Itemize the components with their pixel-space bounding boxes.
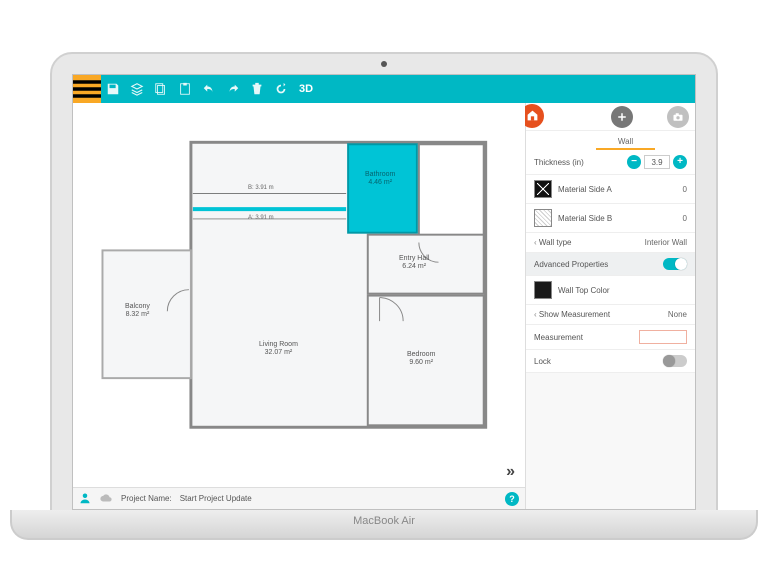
expand-icon[interactable]: » — [506, 463, 515, 481]
project-label: Project Name: — [121, 494, 172, 503]
undo-icon[interactable] — [197, 75, 221, 103]
advanced-label: Advanced Properties — [534, 260, 657, 269]
measurement-input[interactable] — [639, 330, 687, 344]
layers-icon[interactable] — [125, 75, 149, 103]
properties-panel: Wall Thickness (in) − 3.9 + Material Sid… — [525, 103, 695, 509]
material-b-row[interactable]: Material Side B 0 — [526, 204, 695, 233]
laptop-base: MacBook Air — [10, 510, 758, 540]
main-area: B: 3.91 m A: 3.91 m Bathroom 4.46 m² Ent… — [73, 103, 695, 509]
menu-button[interactable] — [73, 75, 101, 103]
material-b-label: Material Side B — [558, 214, 677, 223]
help-icon[interactable]: ? — [505, 492, 519, 506]
lock-toggle[interactable] — [663, 355, 687, 367]
material-b-swatch[interactable] — [534, 209, 552, 227]
add-tool-icon[interactable] — [611, 106, 633, 128]
thickness-label: Thickness (in) — [534, 158, 621, 167]
canvas-column: B: 3.91 m A: 3.91 m Bathroom 4.46 m² Ent… — [73, 103, 525, 509]
material-a-value: 0 — [683, 185, 687, 194]
thickness-decrease[interactable]: − — [627, 155, 641, 169]
room-area: 6.24 m² — [399, 263, 429, 271]
room-balcony: Balcony 8.32 m² — [125, 303, 150, 320]
edit-tool-icon[interactable] — [639, 106, 661, 128]
main-toolbar: 3D — [73, 75, 695, 103]
wall-type-row[interactable]: Wall type Interior Wall — [526, 233, 695, 253]
wall-type-label: Wall type — [534, 238, 639, 247]
thickness-stepper: − 3.9 + — [627, 155, 687, 169]
room-name: Bedroom — [407, 351, 435, 359]
material-a-label: Material Side A — [558, 185, 677, 194]
webcam — [381, 61, 387, 67]
project-name: Start Project Update — [180, 494, 252, 503]
room-area: 8.32 m² — [125, 311, 150, 319]
room-area: 32.07 m² — [259, 349, 298, 357]
delete-icon[interactable] — [245, 75, 269, 103]
lock-label: Lock — [534, 357, 657, 366]
room-entry: Entry Hall 6.24 m² — [399, 255, 429, 272]
show-meas-value: None — [668, 310, 687, 319]
room-name: Bathroom — [365, 171, 395, 179]
paste-icon[interactable] — [173, 75, 197, 103]
thickness-row: Thickness (in) − 3.9 + — [526, 150, 695, 175]
lock-row: Lock — [526, 350, 695, 373]
advanced-row[interactable]: Advanced Properties — [526, 253, 695, 276]
room-bathroom: Bathroom 4.46 m² — [365, 171, 395, 188]
material-a-swatch[interactable] — [534, 180, 552, 198]
panel-title: Wall — [596, 131, 655, 150]
wall-top-row[interactable]: Wall Top Color — [526, 276, 695, 305]
dimension-b: B: 3.91 m — [248, 185, 274, 191]
advanced-toggle[interactable] — [663, 258, 687, 270]
redo-icon[interactable] — [221, 75, 245, 103]
room-bedroom: Bedroom 9.60 m² — [407, 351, 435, 368]
copy-icon[interactable] — [149, 75, 173, 103]
save-icon[interactable] — [101, 75, 125, 103]
app-window: 3D — [73, 75, 695, 509]
floorplan-svg — [73, 103, 525, 476]
cloud-icon[interactable] — [99, 492, 113, 506]
thickness-increase[interactable]: + — [673, 155, 687, 169]
floorplan-canvas[interactable]: B: 3.91 m A: 3.91 m Bathroom 4.46 m² Ent… — [73, 103, 525, 487]
material-a-row[interactable]: Material Side A 0 — [526, 175, 695, 204]
show-measurement-row[interactable]: Show Measurement None — [526, 305, 695, 325]
camera-tool-icon[interactable] — [667, 106, 689, 128]
room-area: 4.46 m² — [365, 179, 395, 187]
screen: 3D — [72, 74, 696, 510]
wall-type-value: Interior Wall — [645, 238, 687, 247]
room-living: Living Room 32.07 m² — [259, 341, 298, 358]
wall-top-label: Wall Top Color — [558, 286, 687, 295]
panel-tool-row — [526, 103, 695, 131]
thickness-value[interactable]: 3.9 — [644, 155, 670, 169]
rotate-icon[interactable] — [269, 75, 293, 103]
wall-top-swatch[interactable] — [534, 281, 552, 299]
dimension-a: A: 3.91 m — [248, 215, 274, 221]
room-name: Living Room — [259, 341, 298, 349]
status-bar: Project Name: Start Project Update ? — [73, 487, 525, 509]
measurement-row: Measurement — [526, 325, 695, 350]
measurement-label: Measurement — [534, 333, 633, 342]
material-b-value: 0 — [683, 214, 687, 223]
show-meas-label: Show Measurement — [534, 310, 662, 319]
room-name: Entry Hall — [399, 255, 429, 263]
room-area: 9.60 m² — [407, 359, 435, 367]
user-icon[interactable] — [79, 492, 91, 506]
laptop-frame: 3D — [50, 52, 718, 512]
room-name: Balcony — [125, 303, 150, 311]
3d-toggle[interactable]: 3D — [293, 83, 319, 95]
